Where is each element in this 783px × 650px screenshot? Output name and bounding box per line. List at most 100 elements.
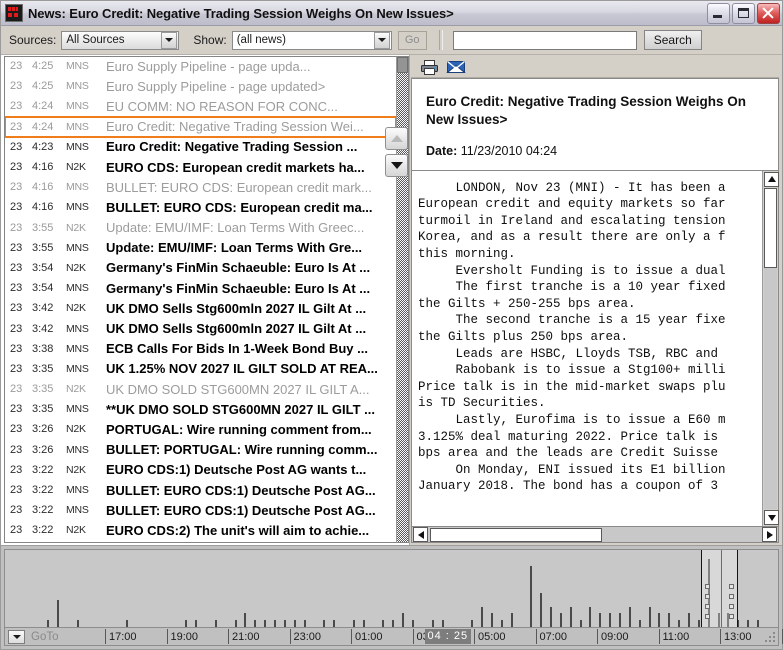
- news-row[interactable]: 233:22MNSBULLET: EURO CDS:1) Deutsche Po…: [5, 480, 396, 500]
- news-row-headline: Euro Credit: Negative Trading Session We…: [102, 119, 396, 134]
- news-row-headline: EURO CDS:1) Deutsche Post AG wants t...: [102, 462, 396, 477]
- chevron-down-icon[interactable]: [374, 32, 390, 49]
- timeline-selection-window[interactable]: [701, 550, 738, 627]
- news-list-scrollbar-thumb[interactable]: [397, 57, 408, 73]
- goto-button[interactable]: [8, 630, 25, 644]
- news-row-time: 3:26: [32, 444, 66, 456]
- search-button[interactable]: Search: [644, 30, 702, 50]
- article-date: Date: 11/23/2010 04:24: [426, 144, 764, 158]
- news-window: News: Euro Credit: Negative Trading Sess…: [0, 0, 783, 650]
- news-row[interactable]: 233:42N2KUK DMO Sells Stg600mln 2027 IL …: [5, 298, 396, 318]
- news-row[interactable]: 233:54N2KGermany's FinMin Schaeuble: Eur…: [5, 258, 396, 278]
- news-row-source: N2K: [66, 423, 102, 435]
- chart-bar: [599, 613, 601, 627]
- news-row-source: MNS: [66, 201, 102, 213]
- chart-bar: [77, 620, 79, 627]
- news-volume-chart[interactable]: [4, 549, 779, 627]
- size-grip-dot: [773, 640, 775, 642]
- news-row-headline: UK 1.25% NOV 2027 IL GILT SOLD AT REA...: [102, 361, 396, 376]
- toolbar-separator: [439, 30, 443, 50]
- sources-select[interactable]: All Sources: [61, 31, 179, 50]
- go-button[interactable]: Go: [398, 31, 427, 50]
- news-row[interactable]: 233:42MNSUK DMO Sells Stg600mln 2027 IL …: [5, 318, 396, 338]
- news-row[interactable]: 233:54MNSGermany's FinMin Schaeuble: Eur…: [5, 278, 396, 298]
- envelope-icon[interactable]: [445, 58, 466, 76]
- news-row[interactable]: 233:26N2KPORTUGAL: Wire running comment …: [5, 419, 396, 439]
- timeline-tick: 21:00: [228, 629, 260, 644]
- article-horizontal-scrollbar[interactable]: [411, 527, 779, 543]
- news-row[interactable]: 233:22N2KEURO CDS:2) The unit's will aim…: [5, 520, 396, 540]
- chevron-down-icon[interactable]: [161, 32, 177, 49]
- news-row-source: N2K: [66, 161, 102, 173]
- news-row[interactable]: 233:22N2KEURO CDS:1) Deutsche Post AG wa…: [5, 460, 396, 480]
- news-row[interactable]: 234:25MNSEuro Supply Pipeline - page upd…: [5, 76, 396, 96]
- window-size-grip[interactable]: [763, 630, 777, 644]
- news-row[interactable]: 233:55N2KUpdate: EMU/IMF: Loan Terms Wit…: [5, 218, 396, 238]
- news-row-headline: ECB Calls For Bids In 1-Week Bond Buy ..…: [102, 341, 396, 356]
- news-row-day: 23: [10, 363, 32, 375]
- news-row-day: 23: [10, 504, 32, 516]
- chart-bar: [402, 613, 404, 627]
- scroll-down-button[interactable]: [385, 154, 408, 177]
- chart-bar: [747, 620, 749, 627]
- news-row-day: 23: [10, 242, 32, 254]
- news-row-time: 3:54: [32, 282, 66, 294]
- chart-bar: [294, 620, 296, 627]
- news-row-headline: Germany's FinMin Schaeuble: Euro Is At .…: [102, 281, 396, 296]
- article-toolbar: [411, 56, 779, 78]
- sources-label: Sources:: [9, 33, 56, 47]
- article-scroll-up-button[interactable]: [764, 172, 779, 187]
- article-scroll-down-button[interactable]: [764, 510, 779, 525]
- news-row[interactable]: 233:55MNSUpdate: EMU/IMF: Loan Terms Wit…: [5, 238, 396, 258]
- news-row[interactable]: 234:16MNSBULLET: EURO CDS: European cred…: [5, 197, 396, 217]
- article-scroll-right-button[interactable]: [762, 527, 777, 542]
- chart-bar: [382, 620, 384, 627]
- news-row-headline: Euro Supply Pipeline - page updated>: [102, 79, 396, 94]
- timeline-cursor-line: [721, 550, 722, 627]
- news-row[interactable]: 233:22MNSBULLET: EURO CDS:1) Deutsche Po…: [5, 500, 396, 520]
- news-row[interactable]: 233:26MNSBULLET: PORTUGAL: Wire running …: [5, 440, 396, 460]
- news-row-time: 4:23: [32, 141, 66, 153]
- search-input[interactable]: [453, 31, 637, 50]
- news-row[interactable]: 234:24MNSEuro Credit: Negative Trading S…: [5, 117, 396, 137]
- chart-bar: [195, 620, 197, 627]
- timeline-tick: 17:00: [105, 629, 137, 644]
- news-row-day: 23: [10, 141, 32, 153]
- article-scrollbar-track[interactable]: [764, 268, 777, 509]
- news-row[interactable]: 233:22MNSBULLET: EURO CDS:2) The unit's …: [5, 541, 396, 544]
- news-row[interactable]: 234:23MNSEuro Credit: Negative Trading S…: [5, 137, 396, 157]
- news-row[interactable]: 233:35MNSUK 1.25% NOV 2027 IL GILT SOLD …: [5, 359, 396, 379]
- news-row[interactable]: 234:24MNSEU COMM: NO REASON FOR CONC...: [5, 96, 396, 116]
- news-row-day: 23: [10, 343, 32, 355]
- news-row-time: 3:22: [32, 484, 66, 496]
- chart-bar: [540, 593, 542, 627]
- news-list[interactable]: 234:25MNSEuro Supply Pipeline - page upd…: [4, 56, 396, 543]
- news-row[interactable]: 234:16MNSBULLET: EURO CDS: European cred…: [5, 177, 396, 197]
- news-row-headline: **UK DMO SOLD STG600MN 2027 IL GILT ...: [102, 402, 396, 417]
- chart-bar: [688, 613, 690, 627]
- scroll-up-button[interactable]: [385, 127, 408, 150]
- news-row-time: 3:55: [32, 242, 66, 254]
- printer-icon[interactable]: [419, 58, 440, 76]
- chart-bar: [264, 620, 266, 627]
- article-hscrollbar-thumb[interactable]: [430, 528, 602, 542]
- show-select[interactable]: (all news): [232, 31, 392, 50]
- news-row[interactable]: 233:35N2KUK DMO SOLD STG600MN 2027 IL GI…: [5, 379, 396, 399]
- size-grip-dot: [769, 636, 771, 638]
- news-row-headline: BULLET: PORTUGAL: Wire running comm...: [102, 442, 396, 457]
- article-scrollbar-thumb[interactable]: [764, 188, 777, 268]
- news-row-headline: UK DMO SOLD STG600MN 2027 IL GILT A...: [102, 382, 396, 397]
- news-row[interactable]: 234:16N2KEURO CDS: European credit marke…: [5, 157, 396, 177]
- news-row-day: 23: [10, 121, 32, 133]
- chart-bar: [304, 620, 306, 627]
- news-row-source: MNS: [66, 141, 102, 153]
- article-vertical-scrollbar[interactable]: [762, 171, 778, 526]
- minimize-button[interactable]: [707, 3, 730, 24]
- article-scroll-left-button[interactable]: [413, 527, 428, 542]
- news-row[interactable]: 234:25MNSEuro Supply Pipeline - page upd…: [5, 56, 396, 76]
- news-row[interactable]: 233:38MNSECB Calls For Bids In 1-Week Bo…: [5, 339, 396, 359]
- news-row-time: 3:35: [32, 403, 66, 415]
- close-button[interactable]: [757, 3, 780, 24]
- news-row[interactable]: 233:35MNS**UK DMO SOLD STG600MN 2027 IL …: [5, 399, 396, 419]
- maximize-button[interactable]: [732, 3, 755, 24]
